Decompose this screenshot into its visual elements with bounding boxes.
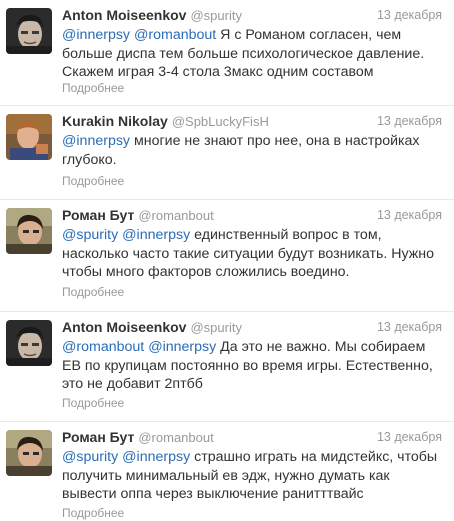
tweet-text: @innerpsy многие не знают про нее, она в… xyxy=(62,132,444,169)
tweet-item[interactable]: Kurakin Nikolay @SpbLuckyFisH 13 декабря … xyxy=(0,106,454,200)
tweet-date[interactable]: 13 декабря xyxy=(377,6,442,24)
tweet-date[interactable]: 13 декабря xyxy=(377,206,442,224)
tweet-feed: Anton Moiseenkov @spurity 13 декабря @inn… xyxy=(0,0,454,521)
tweet-text: @innerpsy @romanbout Я с Романом согласе… xyxy=(62,26,444,82)
mention-link[interactable]: @innerpsy xyxy=(122,449,190,465)
mention-link[interactable]: @innerpsy xyxy=(62,133,130,149)
tweet-text: @spurity @innerpsy единственный вопрос в… xyxy=(62,226,444,282)
tweet-header: Kurakin Nikolay @SpbLuckyFisH 13 декабря xyxy=(62,112,442,130)
mention-link[interactable]: @innerpsy xyxy=(62,27,130,43)
mention-link[interactable]: @innerpsy xyxy=(122,227,190,243)
author-name[interactable]: Kurakin Nikolay xyxy=(62,113,168,129)
author-username[interactable]: @romanbout xyxy=(138,208,213,223)
tweet-item[interactable]: Anton Moiseenkov @spurity 13 декабря @inn… xyxy=(0,0,454,106)
avatar[interactable] xyxy=(6,114,52,160)
tweet-header: Anton Moiseenkov @spurity 13 декабря xyxy=(62,318,442,336)
more-link[interactable]: Подробнее xyxy=(62,285,124,299)
author-name[interactable]: Роман Бут xyxy=(62,207,134,223)
mention-link[interactable]: @spurity xyxy=(62,449,118,465)
avatar[interactable] xyxy=(6,208,52,254)
tweet-item[interactable]: Роман Бут @romanbout 13 декабря @spurity … xyxy=(0,422,454,521)
mention-link[interactable]: @spurity xyxy=(62,227,118,243)
tweet-header: Роман Бут @romanbout 13 декабря xyxy=(62,206,442,224)
author-name[interactable]: Роман Бут xyxy=(62,429,134,445)
tweet-date[interactable]: 13 декабря xyxy=(377,112,442,130)
avatar[interactable] xyxy=(6,430,52,476)
more-link[interactable]: Подробнее xyxy=(62,174,124,188)
author-name[interactable]: Anton Moiseenkov xyxy=(62,7,186,23)
author-username[interactable]: @SpbLuckyFisH xyxy=(172,114,269,129)
author-username[interactable]: @spurity xyxy=(190,320,242,335)
tweet-header: Anton Moiseenkov @spurity 13 декабря xyxy=(62,6,442,24)
author-username[interactable]: @spurity xyxy=(190,8,242,23)
author-name[interactable]: Anton Moiseenkov xyxy=(62,319,186,335)
mention-link[interactable]: @innerpsy xyxy=(148,339,216,355)
author-username[interactable]: @romanbout xyxy=(138,430,213,445)
tweet-text: @spurity @innerpsy страшно играть на мид… xyxy=(62,448,444,504)
tweet-text: @romanbout @innerpsy Да это не важно. Мы… xyxy=(62,338,444,394)
tweet-item[interactable]: Роман Бут @romanbout 13 декабря @spurity … xyxy=(0,200,454,312)
tweet-date[interactable]: 13 декабря xyxy=(377,318,442,336)
mention-link[interactable]: @romanbout xyxy=(62,339,144,355)
avatar[interactable] xyxy=(6,320,52,366)
more-link[interactable]: Подробнее xyxy=(62,81,124,95)
tweet-date[interactable]: 13 декабря xyxy=(377,428,442,446)
tweet-header: Роман Бут @romanbout 13 декабря xyxy=(62,428,442,446)
tweet-body: страшно играть на мидстейкс, чтобы получ… xyxy=(62,449,438,502)
avatar[interactable] xyxy=(6,8,52,54)
tweet-item[interactable]: Anton Moiseenkov @spurity 13 декабря @rom… xyxy=(0,312,454,422)
more-link[interactable]: Подробнее xyxy=(62,506,124,520)
mention-link[interactable]: @romanbout xyxy=(134,27,216,43)
tweet-body: единственный вопрос в том, насколько час… xyxy=(62,227,434,280)
more-link[interactable]: Подробнее xyxy=(62,396,124,410)
